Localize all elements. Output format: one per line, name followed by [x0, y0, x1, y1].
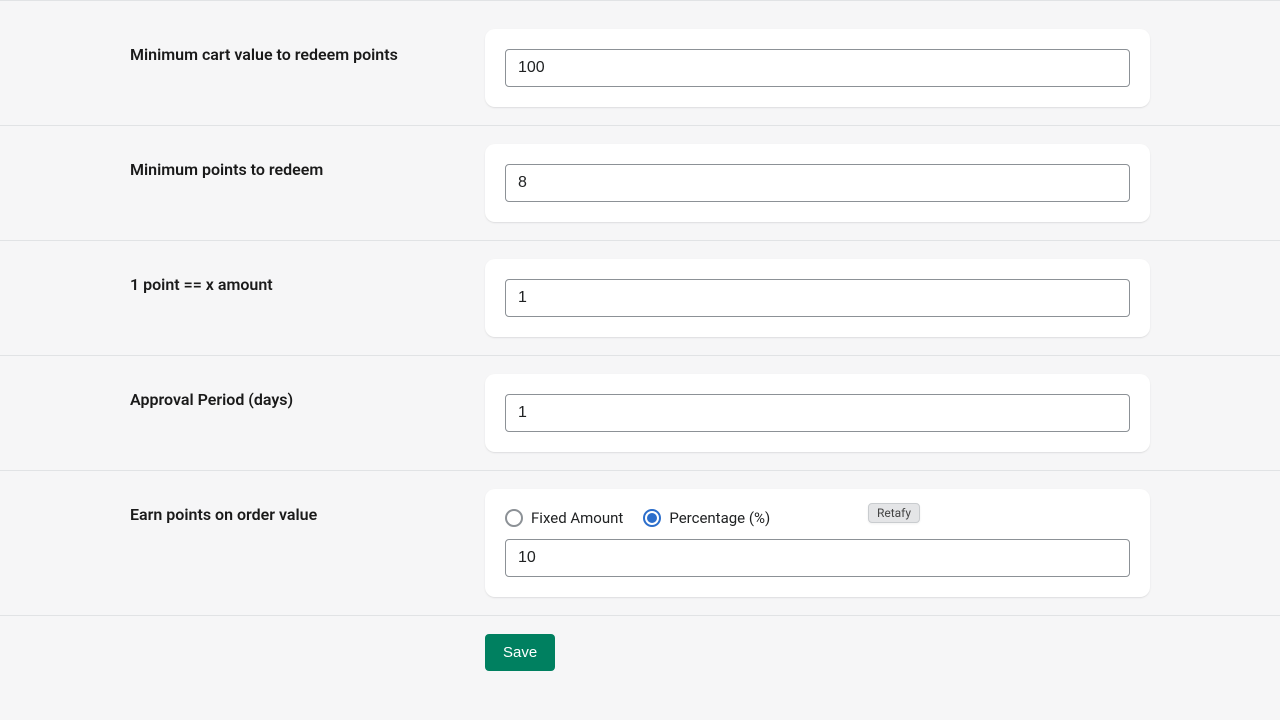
card-min-points-redeem — [485, 144, 1150, 222]
row-point-amount: 1 point == x amount — [0, 241, 1280, 356]
label-min-points-redeem: Minimum points to redeem — [130, 160, 485, 179]
radio-percentage-label: Percentage (%) — [669, 509, 770, 527]
label-min-cart-value: Minimum cart value to redeem points — [130, 45, 485, 64]
card-min-cart-value — [485, 29, 1150, 107]
label-earn-points: Earn points on order value — [130, 505, 485, 524]
label-point-amount: 1 point == x amount — [130, 275, 485, 294]
input-min-cart-value[interactable] — [505, 49, 1130, 87]
card-approval-period — [485, 374, 1150, 452]
save-button[interactable]: Save — [485, 634, 555, 671]
row-min-points-redeem: Minimum points to redeem — [0, 126, 1280, 241]
save-row: Save — [0, 616, 1280, 671]
label-approval-period: Approval Period (days) — [130, 390, 485, 409]
radio-fixed-amount-label: Fixed Amount — [531, 509, 623, 527]
tooltip-retafy: Retafy — [868, 503, 920, 523]
card-earn-points: Retafy Fixed Amount Percentage (%) — [485, 489, 1150, 597]
settings-form: Minimum cart value to redeem points Mini… — [0, 1, 1280, 671]
row-min-cart-value: Minimum cart value to redeem points — [0, 11, 1280, 126]
input-approval-period[interactable] — [505, 394, 1130, 432]
row-earn-points: Earn points on order value Retafy Fixed … — [0, 471, 1280, 616]
card-point-amount — [485, 259, 1150, 337]
radio-icon — [505, 509, 523, 527]
radio-icon — [643, 509, 661, 527]
input-point-amount[interactable] — [505, 279, 1130, 317]
radio-percentage[interactable]: Percentage (%) — [643, 509, 770, 527]
radio-fixed-amount[interactable]: Fixed Amount — [505, 509, 623, 527]
row-approval-period: Approval Period (days) — [0, 356, 1280, 471]
input-min-points-redeem[interactable] — [505, 164, 1130, 202]
earn-points-radio-group: Fixed Amount Percentage (%) — [505, 509, 1130, 527]
input-earn-points-value[interactable] — [505, 539, 1130, 577]
